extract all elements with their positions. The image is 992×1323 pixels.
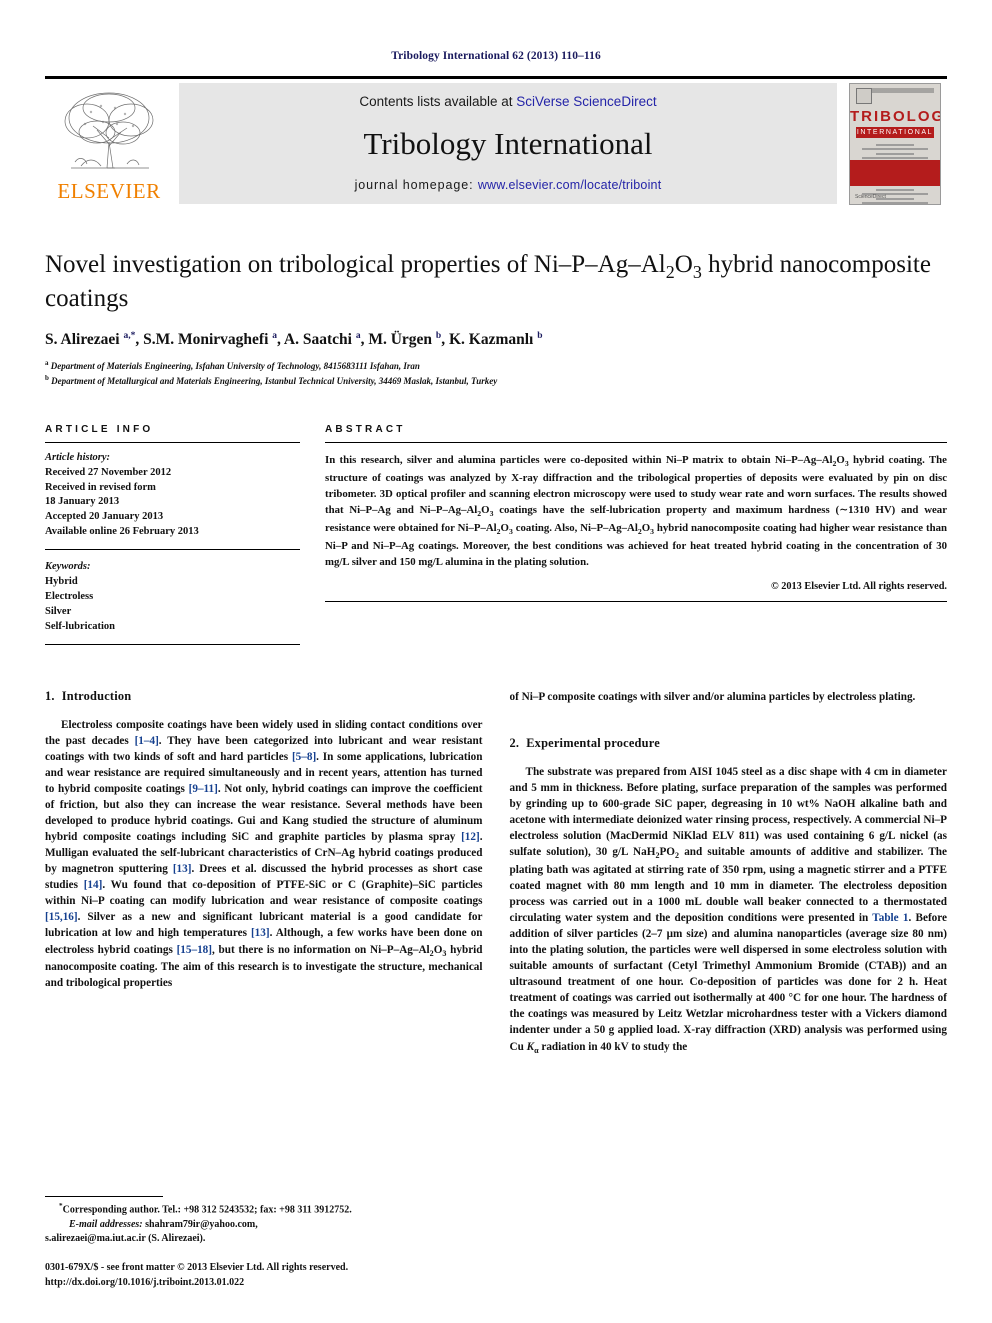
info-abstract-block: ARTICLE INFO Article history: Received 2… (45, 424, 947, 645)
history-item: 18 January 2013 (45, 496, 120, 508)
cover-title-line1: TRIBOLOGY (850, 107, 940, 125)
cover-red-block (850, 159, 940, 186)
abstract-column: ABSTRACT In this research, silver and al… (325, 424, 947, 645)
corresponding-author-note: *Corresponding author. Tel.: +98 312 524… (59, 1202, 352, 1216)
sciencedirect-link[interactable]: SciVerse ScienceDirect (516, 94, 656, 109)
section-number-1: 1. (45, 688, 55, 703)
elsevier-tree-icon (57, 88, 161, 180)
section-heading-introduction: 1. Introduction (45, 689, 483, 704)
title-block: Novel investigation on tribological prop… (45, 250, 947, 388)
journal-cover-cell: TRIBOLOGY INTERNATIONAL ScienceDirect (843, 82, 947, 205)
article-info-heading: ARTICLE INFO (45, 423, 154, 435)
keyword-item: Self-lubrication (45, 620, 115, 632)
abstract-body: In this research, silver and alumina par… (325, 453, 947, 568)
article-history-label: Article history: (45, 451, 111, 463)
article-info-rule-top (45, 441, 300, 443)
elsevier-wordmark: ELSEVIER (57, 179, 161, 203)
title-subscript-2: 3 (692, 262, 702, 282)
history-item: Received in revised form (45, 481, 156, 493)
body-columns: 1. Introduction Electroless composite coa… (45, 689, 947, 1057)
homepage-prefix: journal homepage: (354, 178, 478, 192)
email-addresses-line: E-mail addresses: shahram79ir@yahoo.com, (45, 1218, 465, 1232)
article-info-rule-bottom (45, 643, 300, 645)
history-item: Available online 26 February 2013 (45, 526, 199, 538)
author-list: S. Alirezaei a,*, S.M. Monirvaghefi a, A… (45, 331, 543, 349)
page-footnote: *Corresponding author. Tel.: +98 312 524… (45, 1196, 465, 1290)
title-segment-2: O (674, 251, 693, 278)
footnote-rule (45, 1196, 163, 1198)
issn-block: 0301-679X/$ - see front matter © 2013 El… (45, 1261, 465, 1290)
affiliation-b: b Department of Metallurgical and Materi… (45, 373, 947, 388)
affiliation-list: a Department of Materials Engineering, I… (45, 358, 947, 388)
elsevier-logo: ELSEVIER (45, 83, 173, 204)
doi-line[interactable]: http://dx.doi.org/10.1016/j.triboint.201… (45, 1276, 465, 1291)
article-info-column: ARTICLE INFO Article history: Received 2… (45, 424, 300, 645)
email-address-2[interactable]: s.alirezaei@ma.iut.ac.ir (S. Alirezaei). (45, 1233, 205, 1244)
journal-homepage-line: journal homepage: www.elsevier.com/locat… (355, 178, 662, 192)
page-title: Novel investigation on tribological prop… (45, 250, 947, 314)
homepage-url-link[interactable]: www.elsevier.com/locate/triboint (478, 178, 662, 192)
article-info-rule-mid (45, 549, 300, 551)
abstract-copyright: © 2013 Elsevier Ltd. All rights reserved… (770, 580, 947, 592)
journal-title: Tribology International (363, 126, 653, 161)
contents-available-line: Contents lists available at SciVerse Sci… (359, 94, 656, 109)
abstract-rule-top (325, 441, 947, 443)
running-head: Tribology International 62 (2013) 110–11… (391, 50, 601, 62)
title-segment-1: Novel investigation on tribological prop… (45, 251, 666, 278)
keywords-label: Keywords: (45, 561, 91, 573)
affiliation-marker-a: a (45, 358, 49, 367)
title-subscript-1: 2 (665, 262, 675, 282)
masthead-center-panel: Contents lists available at SciVerse Sci… (179, 83, 837, 204)
section-heading-experimental: 2. Experimental procedure (510, 736, 948, 751)
email-addresses-label: E-mail addresses: (69, 1218, 143, 1230)
email-address-1[interactable]: shahram79ir@yahoo.com, (145, 1219, 258, 1230)
keywords-block: Keywords: Hybrid Electroless Silver Self… (45, 560, 300, 635)
abstract-rule-bottom (325, 600, 947, 602)
journal-masthead: ELSEVIER Contents lists available at Sci… (45, 76, 947, 205)
keyword-item: Silver (45, 605, 72, 617)
history-item: Received 27 November 2012 (45, 466, 172, 478)
cover-footer-text: ScienceDirect (855, 193, 886, 200)
introduction-paragraph-continued: of Ni–P composite coatings with silver a… (509, 690, 916, 703)
keyword-item: Hybrid (45, 576, 78, 588)
article-history: Article history: Received 27 November 20… (45, 451, 300, 540)
introduction-paragraph: Electroless composite coatings have been… (45, 718, 483, 990)
affiliation-text-a: Department of Materials Engineering, Isf… (50, 360, 420, 371)
keyword-item: Electroless (45, 590, 94, 602)
affiliation-marker-b: b (45, 373, 49, 382)
affiliation-text-b: Department of Metallurgical and Material… (51, 375, 498, 386)
section-number-2: 2. (509, 735, 520, 750)
journal-cover-image: TRIBOLOGY INTERNATIONAL ScienceDirect (849, 82, 941, 205)
issn-line: 0301-679X/$ - see front matter © 2013 El… (45, 1262, 349, 1273)
experimental-paragraph: The substrate was prepared from AISI 104… (509, 765, 948, 1055)
cover-logo-box (856, 87, 872, 104)
email-address-2-line: s.alirezaei@ma.iut.ac.ir (S. Alirezaei). (45, 1232, 465, 1246)
history-item: Accepted 20 January 2013 (45, 511, 164, 523)
affiliation-a: a Department of Materials Engineering, I… (45, 358, 947, 373)
body-column-left: 1. Introduction Electroless composite coa… (45, 689, 483, 1057)
cover-title-line2: INTERNATIONAL (856, 126, 934, 138)
abstract-heading: ABSTRACT (325, 423, 406, 435)
body-column-right: of Ni–P composite coatings with silver a… (510, 689, 948, 1057)
contents-prefix: Contents lists available at (359, 94, 517, 109)
section-title-1: Introduction (61, 688, 132, 703)
section-title-2: Experimental procedure (526, 735, 660, 750)
